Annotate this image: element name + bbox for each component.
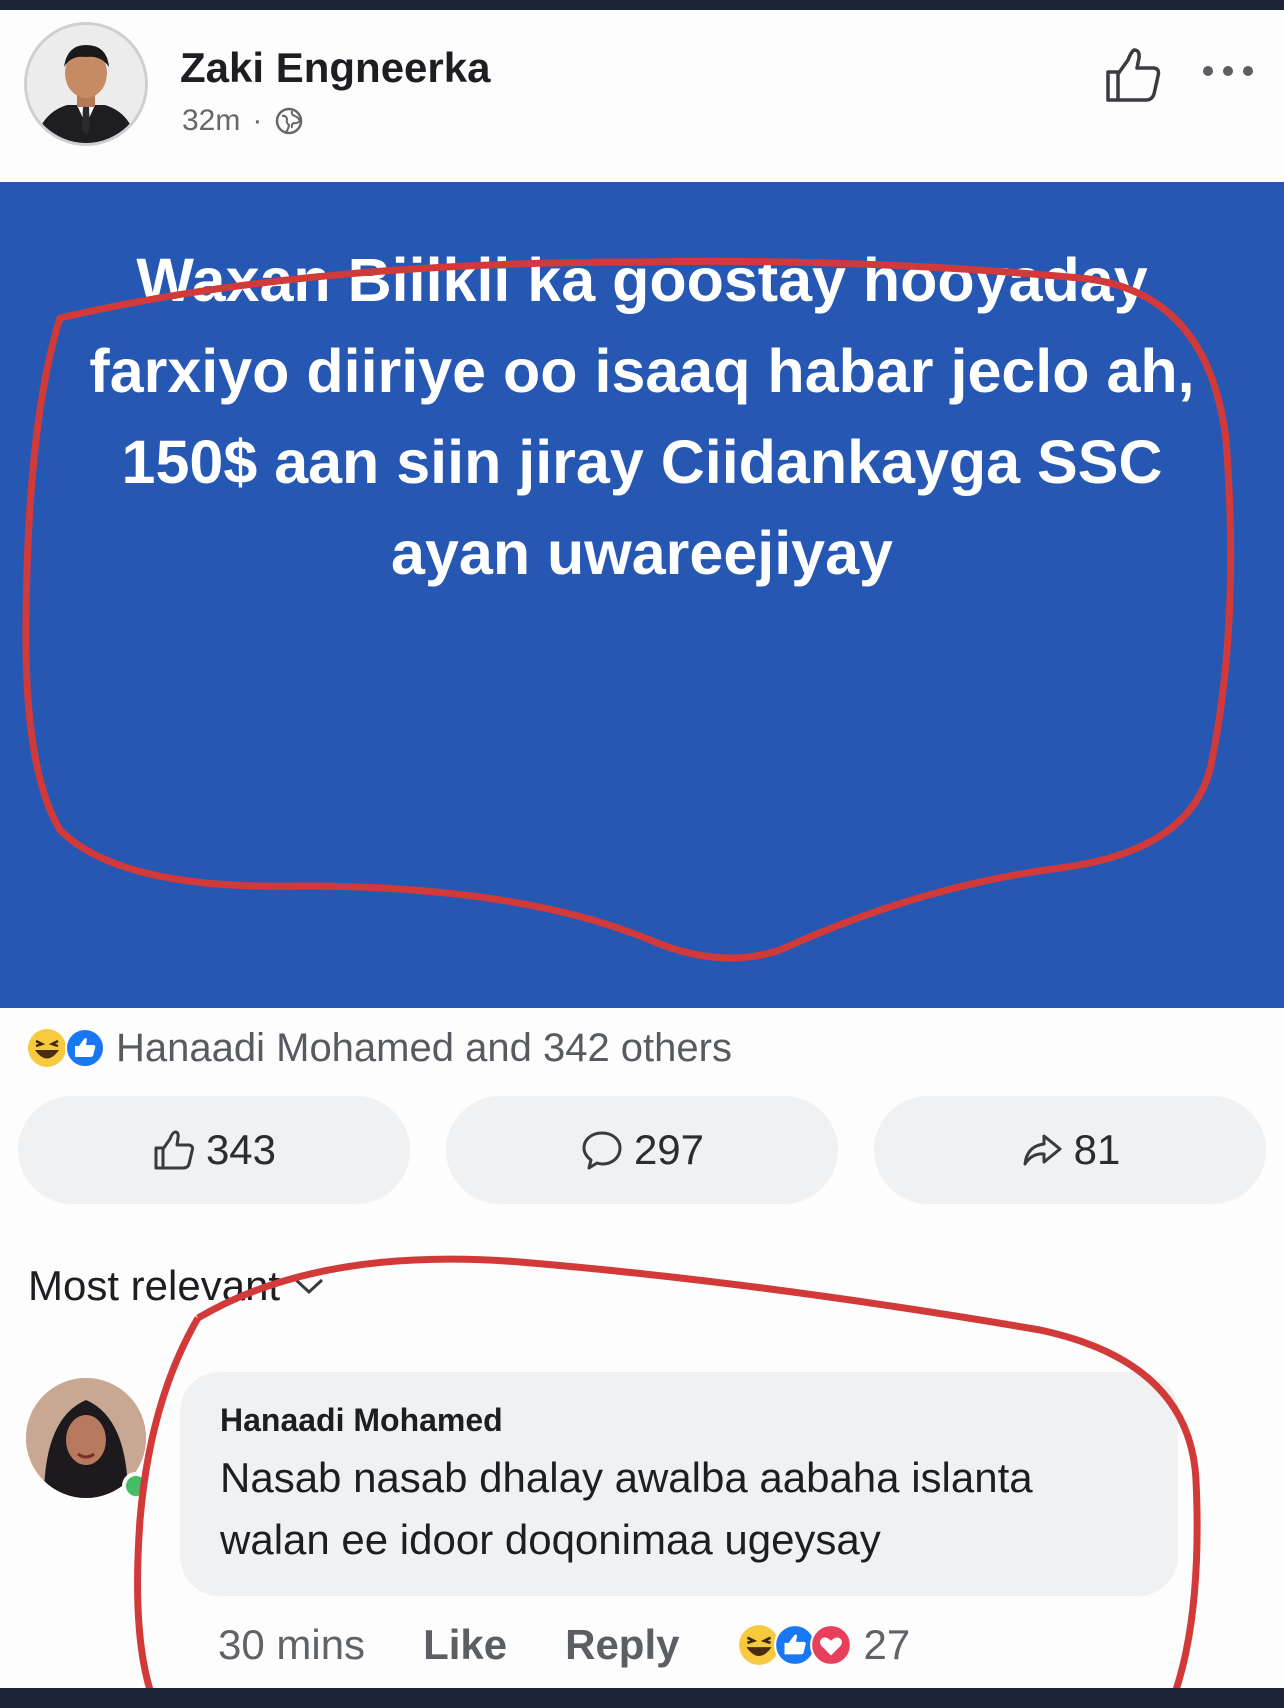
comment-reply-button[interactable]: Reply xyxy=(565,1621,679,1669)
comment-text-line: Nasab nasab dhalay awalba aabaha islanta xyxy=(220,1454,1033,1501)
post-text-line: 150$ aan siin jiray Ciidankayga SSC xyxy=(121,428,1163,496)
post-text-line: Waxan Biilkii ka goostay hooyaday xyxy=(136,246,1148,314)
bottom-bar xyxy=(0,1688,1284,1708)
comment-count-button[interactable]: 297 xyxy=(446,1096,838,1204)
post-meta: 32m · xyxy=(182,104,304,138)
share-count: 81 xyxy=(1073,1126,1121,1173)
comment-like-button[interactable]: Like xyxy=(423,1621,507,1669)
globe-icon xyxy=(276,107,303,135)
comment-time[interactable]: 30 mins xyxy=(218,1621,365,1669)
chevron-down-icon xyxy=(295,1278,324,1295)
comment-count: 297 xyxy=(633,1126,705,1173)
comment-sort-dropdown[interactable]: Most relevant xyxy=(28,1262,326,1310)
like-count-button[interactable]: 343 xyxy=(18,1096,410,1204)
post-text: Waxan Biilkii ka goostay hooyaday farxiy… xyxy=(30,235,1254,599)
author-name[interactable]: Zaki Engneerka xyxy=(180,44,490,92)
reactions-summary[interactable]: Hanaadi Mohamed and 342 others xyxy=(26,1022,732,1074)
comment-author[interactable]: Hanaadi Mohamed xyxy=(220,1402,503,1439)
haha-icon xyxy=(28,1029,66,1067)
sort-label: Most relevant xyxy=(28,1262,281,1309)
author-avatar[interactable] xyxy=(24,22,148,146)
post-time[interactable]: 32m xyxy=(182,104,240,138)
thumbs-up-icon[interactable] xyxy=(1104,46,1162,104)
share-arrow-icon xyxy=(1023,1134,1062,1166)
meta-separator: · xyxy=(252,104,263,137)
reactions-text[interactable]: Hanaadi Mohamed and 342 others xyxy=(116,1026,732,1071)
more-options-icon[interactable] xyxy=(1196,56,1260,86)
comment-text-line: walan ee idoor doqonimaa ugeysay xyxy=(220,1516,881,1563)
like-reaction-icon xyxy=(65,1028,105,1068)
online-status-dot xyxy=(122,1472,150,1500)
love-reaction-icon xyxy=(810,1624,853,1666)
comment-actions: 30 mins Like Reply 27 xyxy=(218,1617,910,1673)
comment-reaction-count: 27 xyxy=(863,1621,911,1668)
like-count: 343 xyxy=(205,1126,277,1173)
top-bar xyxy=(0,0,1284,10)
comment-reactions[interactable]: 27 xyxy=(737,1621,910,1669)
comment-text: Nasab nasab dhalay awalba aabaha islanta… xyxy=(220,1447,1160,1571)
author-avatar-image xyxy=(27,25,145,143)
post-text-line: ayan uwareejiyay xyxy=(391,519,893,587)
comment-bubble-icon xyxy=(582,1131,622,1170)
thumbs-up-icon xyxy=(154,1130,195,1170)
share-count-button[interactable]: 81 xyxy=(874,1096,1266,1204)
post-text-line: farxiyo diiriye oo isaaq habar jeclo ah, xyxy=(89,337,1195,405)
